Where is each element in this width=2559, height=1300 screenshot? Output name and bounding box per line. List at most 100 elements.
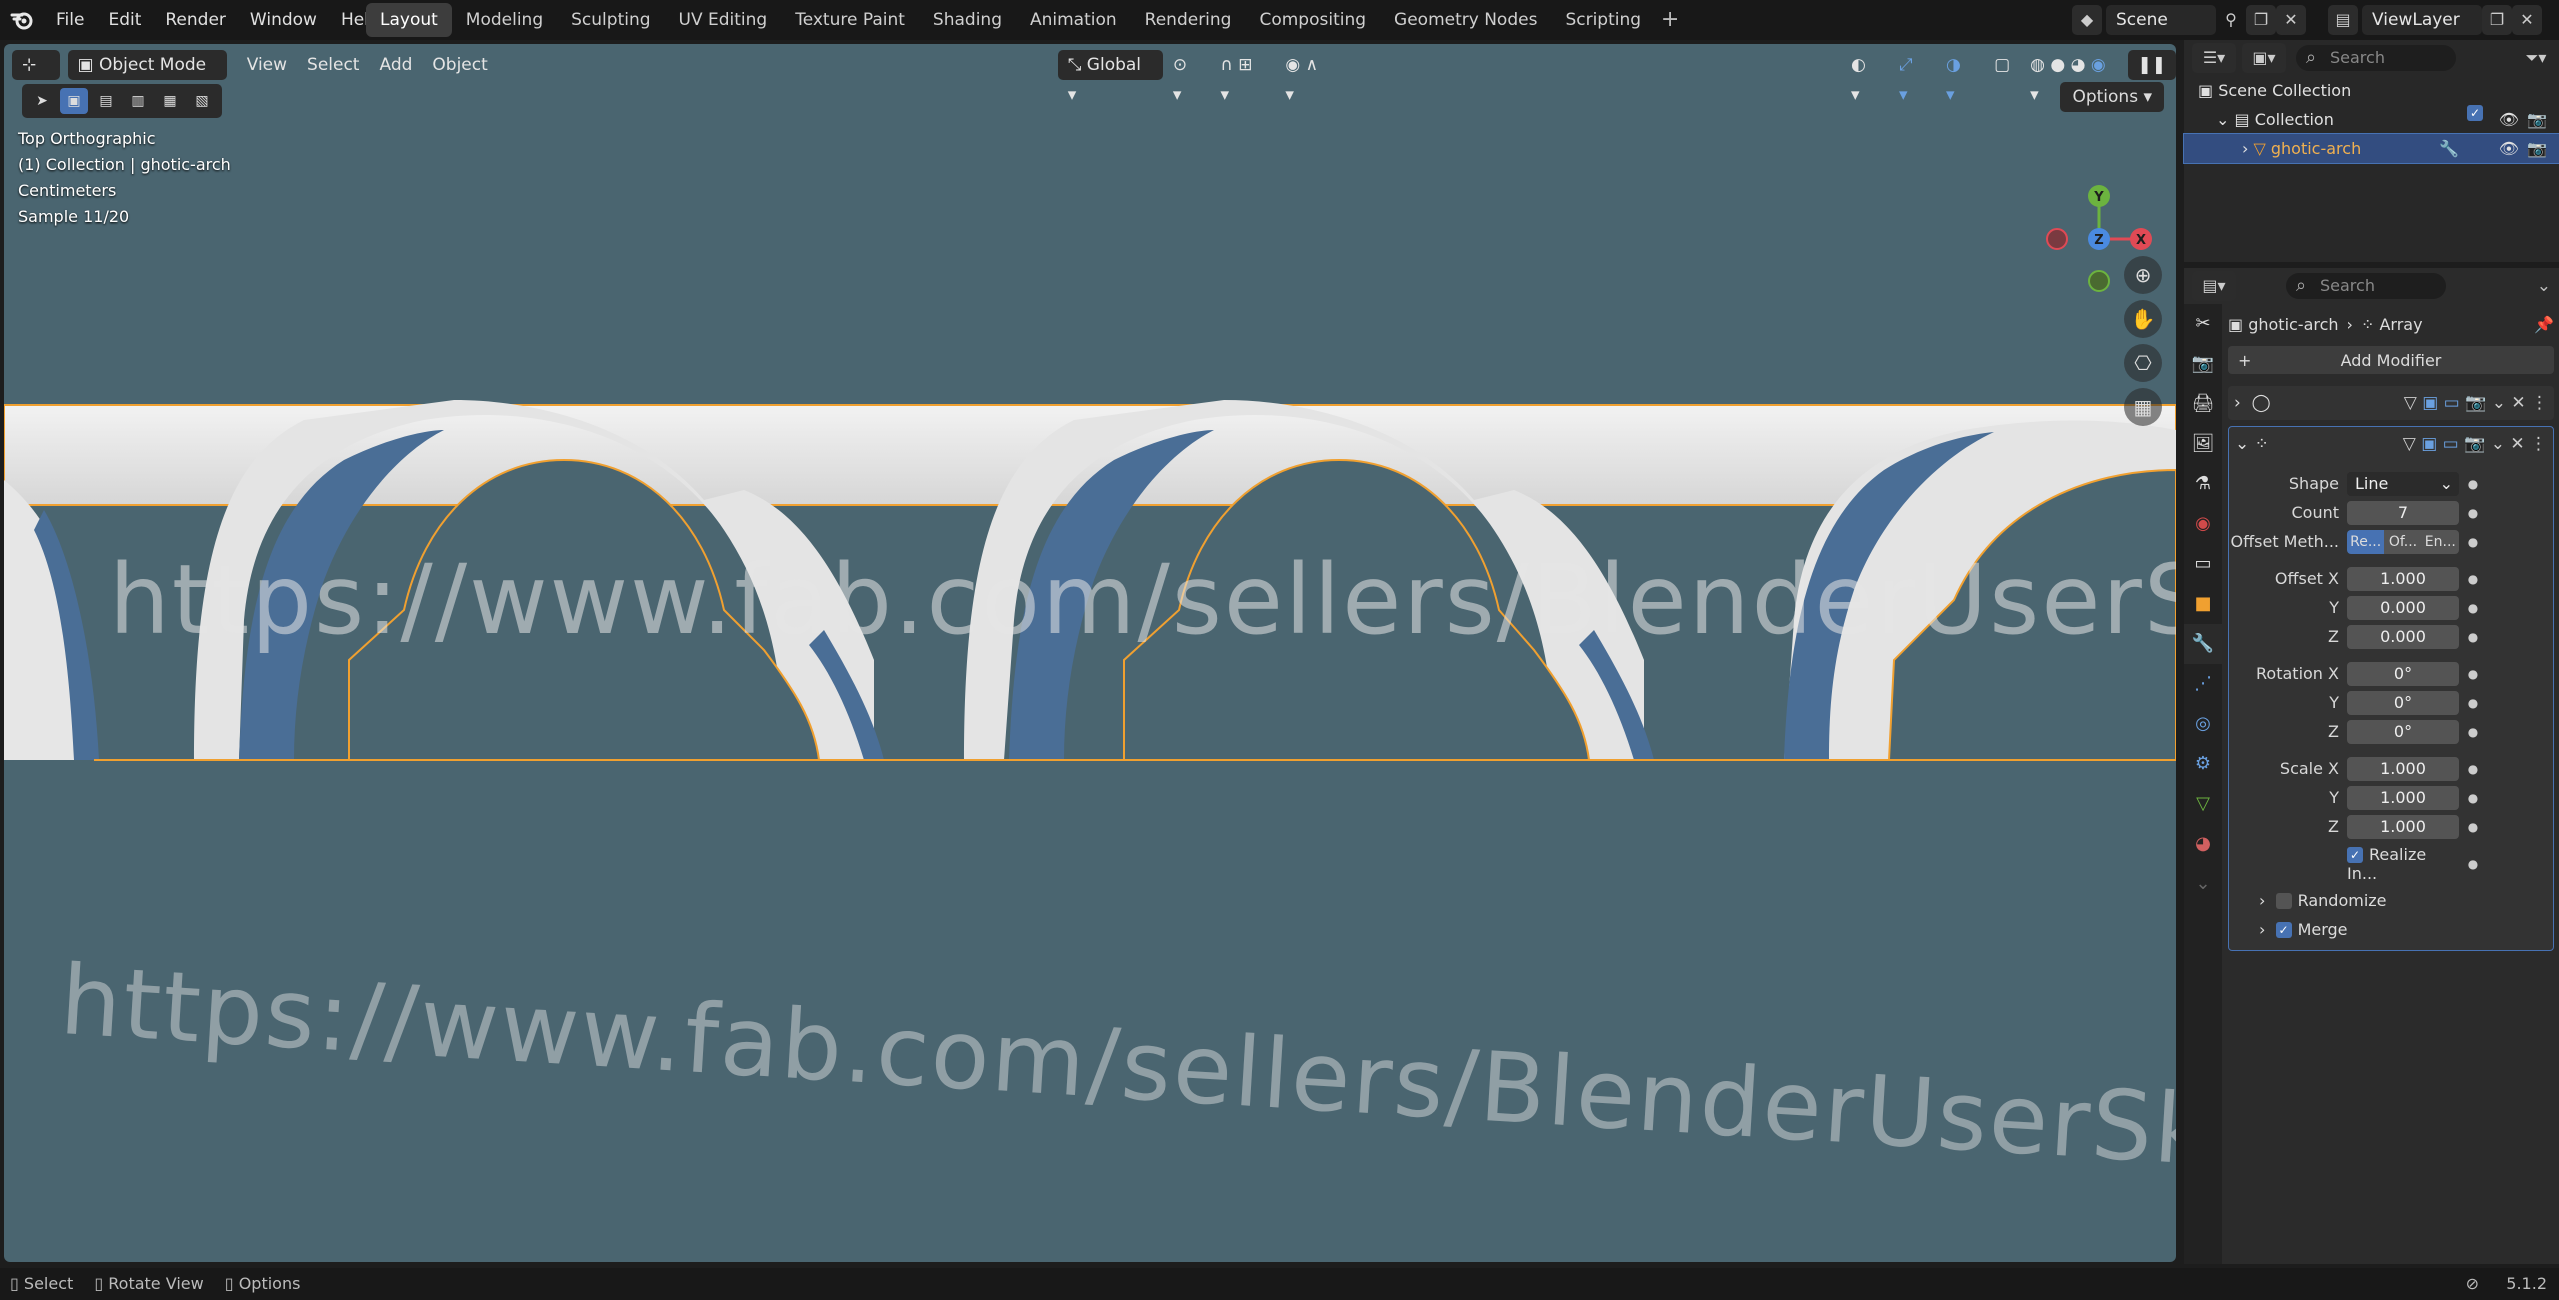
menu-render[interactable]: Render	[153, 0, 238, 40]
display-mode-icon[interactable]: ▣▾	[2242, 43, 2286, 73]
modifier-1-header[interactable]: › ◯ ▽ ▣ ▭ 📷 ⌄ ✕ ⋮	[2228, 386, 2554, 420]
modifier-1-toggles[interactable]: ▽ ▣ ▭ 📷 ⌄ ✕ ⋮	[2404, 393, 2548, 413]
material-tab-icon[interactable]: ◕	[2184, 824, 2222, 864]
pan-hand-icon[interactable]: ✋	[2124, 300, 2162, 338]
collection-render-icon[interactable]: 📷	[2527, 105, 2547, 134]
array-modifier-toggles[interactable]: ▽ ▣ ▭ 📷 ⌄ ✕ ⋮	[2403, 434, 2547, 454]
world-tab-icon[interactable]: ◉	[2184, 504, 2222, 544]
outliner-row-collection[interactable]: ⌄ ▤ Collection ✓ 👁 📷	[2184, 105, 2559, 134]
data-tab-icon[interactable]: ▽	[2184, 784, 2222, 824]
outliner-row-scene-collection[interactable]: ▣ Scene Collection	[2184, 76, 2559, 105]
keyframe-dot-icon[interactable]: ●	[2459, 696, 2487, 710]
randomize-checkbox[interactable]	[2275, 892, 2292, 909]
expand-chevron-icon[interactable]: ›	[2242, 139, 2253, 158]
select-invert-icon[interactable]: ▦	[156, 88, 184, 114]
menu-object[interactable]: Object	[422, 50, 497, 80]
view-layer-icon[interactable]: ▤	[2328, 5, 2358, 35]
tabs-more-icon[interactable]: ⌄	[2184, 864, 2222, 904]
modifier-wrench-icon[interactable]: 🔧	[2439, 134, 2459, 163]
delete-view-layer-icon[interactable]: ✕	[2512, 5, 2542, 35]
keyframe-dot-icon[interactable]: ●	[2459, 572, 2487, 586]
proportional-edit-icon[interactable]: ◉ ∧ ▾	[1275, 50, 1341, 105]
pin-icon[interactable]: ⚲	[2216, 5, 2246, 35]
constraints-tab-icon[interactable]: ⚙	[2184, 744, 2222, 784]
render-tab-icon[interactable]: 📷	[2184, 344, 2222, 384]
properties-options-icon[interactable]: ⌄	[2537, 276, 2551, 296]
select-extend-icon[interactable]: ▤	[92, 88, 120, 114]
new-view-layer-icon[interactable]: ❐	[2482, 5, 2512, 35]
mode-dropdown[interactable]: ▣ Object Mode ▾	[67, 50, 227, 105]
filter-icon[interactable]: ⏷▾	[2521, 43, 2551, 73]
add-modifier-button[interactable]: + Add Modifier	[2228, 346, 2554, 374]
scale-z-field[interactable]: 1.000	[2347, 814, 2459, 839]
menu-view[interactable]: View	[237, 50, 297, 80]
pivot-icon[interactable]: ⊙ ▾	[1163, 50, 1211, 105]
merge-subpanel[interactable]: › ✓ Merge	[2229, 915, 2553, 944]
ghotic-arch-mesh[interactable]	[4, 360, 2176, 990]
outliner-editor-type-icon[interactable]: ☰▾	[2192, 43, 2236, 73]
count-field[interactable]: 7	[2347, 500, 2459, 525]
rotation-x-field[interactable]: 0°	[2347, 661, 2459, 686]
keyframe-dot-icon[interactable]: ●	[2459, 535, 2487, 549]
output-tab-icon[interactable]: 🖨	[2184, 384, 2222, 424]
select-new-icon[interactable]: ▣	[60, 88, 88, 114]
object-visibility-icon[interactable]: 👁	[2499, 134, 2519, 163]
view-layer-tab-icon[interactable]: 🖼	[2184, 424, 2222, 464]
rotation-z-field[interactable]: 0°	[2347, 719, 2459, 744]
tab-geometry-nodes[interactable]: Geometry Nodes	[1380, 3, 1551, 37]
view-layer-field[interactable]: ViewLayer	[2362, 5, 2482, 35]
expand-chevron-icon[interactable]: ›	[2234, 393, 2252, 413]
collection-tab-icon[interactable]: ▭	[2184, 544, 2222, 584]
add-workspace-button[interactable]: +	[1655, 3, 1685, 37]
object-render-icon[interactable]: 📷	[2527, 134, 2547, 163]
shading-modes-icon[interactable]: ◍ ● ◕ ◉ ▾	[2020, 50, 2127, 105]
menu-edit[interactable]: Edit	[96, 0, 153, 40]
tab-sculpting[interactable]: Sculpting	[557, 3, 664, 37]
tab-modeling[interactable]: Modeling	[452, 3, 557, 37]
collapse-chevron-icon[interactable]: ⌄	[2235, 434, 2255, 454]
array-modifier-header[interactable]: ⌄ ⁘ ▽ ▣ ▭ 📷 ⌄ ✕ ⋮	[2229, 427, 2553, 461]
zoom-icon[interactable]: ⊕	[2124, 256, 2162, 294]
tab-uv-editing[interactable]: UV Editing	[665, 3, 782, 37]
overlay-toggle-icon[interactable]: ◑ ▾	[1936, 50, 1984, 105]
menu-window[interactable]: Window	[238, 0, 329, 40]
tab-rendering[interactable]: Rendering	[1131, 3, 1246, 37]
offset-method-relative[interactable]: Re...	[2347, 529, 2385, 554]
select-subtract-icon[interactable]: ▥	[124, 88, 152, 114]
keyframe-dot-icon[interactable]: ●	[2459, 791, 2487, 805]
merge-checkbox[interactable]: ✓	[2275, 921, 2292, 938]
snap-icon[interactable]: ∩ ⊞ ▾	[1210, 50, 1275, 105]
3d-viewport[interactable]: ⊹ ▾ ▣ Object Mode ▾ View Select Add Obje…	[4, 44, 2176, 1262]
tab-layout[interactable]: Layout	[366, 3, 452, 37]
viewport-options-button[interactable]: Options ▾	[2060, 82, 2164, 112]
tab-scripting[interactable]: Scripting	[1551, 3, 1655, 37]
expand-chevron-icon[interactable]: ⌄	[2216, 110, 2235, 129]
expand-chevron-icon[interactable]: ›	[2259, 920, 2276, 939]
keyframe-dot-icon[interactable]: ●	[2459, 857, 2487, 871]
randomize-subpanel[interactable]: › Randomize	[2229, 886, 2553, 915]
keyframe-dot-icon[interactable]: ●	[2459, 820, 2487, 834]
offset-method-object[interactable]: Of...	[2384, 529, 2422, 554]
outliner-search-input[interactable]: Search	[2296, 45, 2456, 71]
keyframe-dot-icon[interactable]: ●	[2459, 762, 2487, 776]
realize-instances-checkbox[interactable]: ✓ Realize In...	[2347, 845, 2459, 883]
toggle-ortho-grid-icon[interactable]: ▦	[2124, 388, 2162, 426]
offset-y-field[interactable]: 0.000	[2347, 595, 2459, 620]
outliner-row-ghotic-arch[interactable]: › ▽ ghotic-arch 🔧 👁 📷	[2183, 133, 2559, 164]
properties-search-input[interactable]: Search	[2286, 273, 2446, 299]
tab-animation[interactable]: Animation	[1016, 3, 1131, 37]
keyframe-dot-icon[interactable]: ●	[2459, 601, 2487, 615]
keyframe-dot-icon[interactable]: ●	[2459, 725, 2487, 739]
tab-texture-paint[interactable]: Texture Paint	[781, 3, 919, 37]
keyframe-dot-icon[interactable]: ●	[2459, 506, 2487, 520]
properties-editor-type-icon[interactable]: ▤▾	[2192, 271, 2236, 301]
object-tab-icon[interactable]: ■	[2184, 584, 2222, 624]
keyframe-dot-icon[interactable]: ●	[2459, 630, 2487, 644]
scale-x-field[interactable]: 1.000	[2347, 756, 2459, 781]
network-off-icon[interactable]: ⊘	[2466, 1268, 2479, 1300]
menu-select[interactable]: Select	[297, 50, 369, 80]
keyframe-dot-icon[interactable]: ●	[2459, 477, 2487, 491]
tab-shading[interactable]: Shading	[919, 3, 1016, 37]
new-scene-icon[interactable]: ❐	[2246, 5, 2276, 35]
select-intersect-icon[interactable]: ▧	[188, 88, 216, 114]
